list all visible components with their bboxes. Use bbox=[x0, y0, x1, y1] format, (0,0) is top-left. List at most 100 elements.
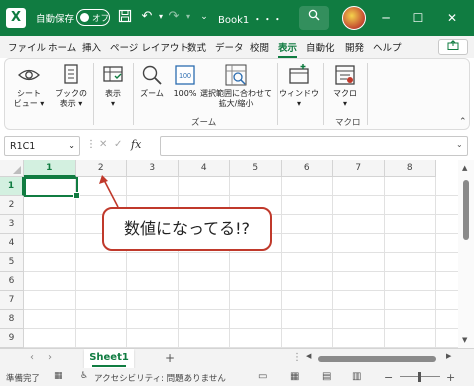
tab-splitter-icon[interactable]: ⋮ bbox=[292, 352, 302, 363]
tab-formulas[interactable]: 数式 bbox=[187, 40, 206, 54]
enter-icon[interactable]: ✓ bbox=[114, 139, 122, 150]
zoom-group-label: ズーム bbox=[191, 118, 217, 128]
tab-review[interactable]: 校閲 bbox=[250, 40, 269, 54]
gridline bbox=[24, 328, 458, 329]
row-header[interactable]: 3 bbox=[0, 215, 24, 234]
cancel-icon[interactable]: ✕ bbox=[99, 139, 107, 150]
worksheet-grid[interactable]: 12345678123456789 bbox=[0, 160, 458, 348]
name-box[interactable]: R1C1 ⌄ bbox=[4, 136, 80, 156]
column-header[interactable]: 4 bbox=[178, 160, 230, 177]
zoom-out-icon[interactable]: − bbox=[384, 371, 393, 384]
horizontal-scrollbar[interactable]: ◀ ▶ bbox=[306, 352, 456, 363]
zoom-100-button[interactable]: 100 100% bbox=[169, 61, 201, 99]
tab-developer[interactable]: 開発 bbox=[345, 40, 364, 54]
tab-file[interactable]: ファイル bbox=[8, 40, 46, 54]
avatar[interactable] bbox=[342, 6, 366, 30]
tab-help[interactable]: ヘルプ bbox=[373, 40, 402, 54]
share-button[interactable] bbox=[438, 39, 468, 55]
minimize-button[interactable]: ─ bbox=[376, 8, 396, 28]
gridline bbox=[126, 177, 127, 348]
tab-view[interactable]: 表示 bbox=[278, 40, 298, 58]
tab-data[interactable]: データ bbox=[215, 40, 244, 54]
page-layout-view-icon[interactable]: ▤ bbox=[322, 371, 331, 382]
vertical-scrollbar[interactable]: ▲ ▼ bbox=[458, 160, 474, 348]
next-sheet-icon[interactable]: › bbox=[48, 352, 52, 363]
add-sheet-button[interactable]: + bbox=[165, 351, 175, 365]
window-label: ウィンドウ ▾ bbox=[279, 89, 319, 108]
select-all-button[interactable] bbox=[0, 160, 24, 177]
display-settings-icon[interactable]: ▭ bbox=[258, 371, 267, 382]
formula-bar-handle-icon[interactable]: ⋮ bbox=[86, 139, 96, 150]
window-button[interactable]: ウィンドウ ▾ bbox=[279, 61, 319, 109]
tab-insert[interactable]: 挿入 bbox=[82, 40, 101, 54]
zoom-button[interactable]: ズーム bbox=[135, 61, 169, 99]
macro-record-icon[interactable]: ▦ bbox=[54, 371, 63, 381]
zoom-in-icon[interactable]: + bbox=[446, 371, 455, 384]
gridline bbox=[280, 177, 282, 348]
expand-formula-bar-icon[interactable]: ⌄ bbox=[456, 140, 463, 149]
page-break-view-icon[interactable]: ▥ bbox=[352, 371, 361, 382]
window-icon bbox=[289, 64, 309, 84]
accessibility-status[interactable]: アクセシビリティ: 問題ありません bbox=[94, 372, 226, 384]
document-title[interactable]: Book1 ・・・ bbox=[218, 11, 282, 26]
sheet-view-button[interactable]: シート ビュー ▾ bbox=[9, 61, 49, 109]
normal-view-icon[interactable]: ▦ bbox=[290, 371, 299, 382]
close-button[interactable]: ✕ bbox=[442, 8, 462, 28]
scroll-up-icon[interactable]: ▲ bbox=[462, 164, 467, 172]
autosave-toggle[interactable]: オフ bbox=[76, 9, 110, 26]
ribbon-separator bbox=[277, 63, 278, 125]
zoom-to-selection-button[interactable]: 選択範囲に合わせて 拡大/縮小 bbox=[199, 61, 273, 109]
workbook-views-icon bbox=[64, 64, 78, 84]
scroll-right-icon[interactable]: ▶ bbox=[446, 352, 451, 360]
collapse-ribbon-icon[interactable]: ⌃ bbox=[459, 117, 467, 127]
accessibility-icon[interactable]: ♿ bbox=[80, 371, 88, 381]
row-header[interactable]: 6 bbox=[0, 272, 24, 291]
customize-toolbar-icon[interactable]: ⌄ bbox=[196, 9, 212, 25]
row-header[interactable]: 9 bbox=[0, 329, 24, 348]
scroll-left-icon[interactable]: ◀ bbox=[306, 352, 311, 360]
active-cell[interactable] bbox=[24, 177, 80, 199]
row-header[interactable]: 4 bbox=[0, 234, 24, 253]
gridline bbox=[383, 177, 385, 348]
column-header[interactable]: 5 bbox=[230, 160, 282, 177]
tab-automate[interactable]: 自動化 bbox=[306, 40, 335, 54]
insert-function-icon[interactable]: fx bbox=[131, 138, 141, 151]
workbook-view-button[interactable]: ブックの 表示 ▾ bbox=[51, 61, 91, 109]
chevron-down-icon[interactable]: ⌄ bbox=[68, 141, 75, 150]
redo-dropdown-icon[interactable]: ▾ bbox=[180, 9, 196, 25]
row-header[interactable]: 2 bbox=[0, 196, 24, 215]
column-header[interactable]: 8 bbox=[384, 160, 436, 177]
macro-button[interactable]: マクロ ▾ bbox=[325, 61, 365, 109]
sheet-tab-bar: ‹ › Sheet1 + ⋮ ◀ ▶ bbox=[0, 348, 474, 368]
zoom-slider-thumb[interactable] bbox=[418, 372, 421, 382]
prev-sheet-icon[interactable]: ‹ bbox=[30, 352, 34, 363]
tab-page-layout[interactable]: ページ レイアウト bbox=[110, 40, 189, 54]
tab-home[interactable]: ホーム bbox=[48, 40, 76, 54]
maximize-button[interactable]: ☐ bbox=[408, 8, 428, 28]
gridline bbox=[24, 290, 458, 291]
title-bar: X 自動保存 オフ ↶ ▾ ↷ ▾ ⌄ Book1 ・・・ ─ ☐ ✕ bbox=[0, 0, 474, 36]
scroll-down-icon[interactable]: ▼ bbox=[462, 336, 467, 344]
sheet-tab-sheet1[interactable]: Sheet1 bbox=[84, 349, 134, 368]
column-header[interactable]: 7 bbox=[333, 160, 385, 177]
status-ready: 準備完了 bbox=[6, 374, 41, 384]
zoom-100-icon: 100 bbox=[175, 65, 195, 85]
column-header[interactable]: 1 bbox=[24, 160, 76, 177]
row-header[interactable]: 5 bbox=[0, 253, 24, 272]
save-icon[interactable] bbox=[117, 9, 133, 25]
search-button[interactable] bbox=[299, 6, 329, 30]
column-header[interactable]: 6 bbox=[281, 160, 333, 177]
column-header[interactable]: 2 bbox=[75, 160, 127, 177]
horizontal-scroll-thumb[interactable] bbox=[318, 356, 436, 362]
row-header[interactable]: 1 bbox=[0, 177, 24, 196]
row-header[interactable]: 8 bbox=[0, 310, 24, 329]
ribbon-tabs: ファイル ホーム 挿入 ページ レイアウト 数式 データ 校閲 表示 自動化 開… bbox=[0, 36, 474, 58]
show-button[interactable]: 表示 ▾ bbox=[95, 61, 131, 109]
row-header[interactable]: 7 bbox=[0, 291, 24, 310]
show-label: 表示 ▾ bbox=[105, 89, 121, 108]
ribbon-separator bbox=[367, 63, 368, 125]
gridline bbox=[332, 177, 333, 348]
vertical-scroll-thumb[interactable] bbox=[463, 180, 469, 240]
column-header[interactable]: 3 bbox=[127, 160, 179, 177]
formula-input[interactable] bbox=[160, 136, 468, 156]
